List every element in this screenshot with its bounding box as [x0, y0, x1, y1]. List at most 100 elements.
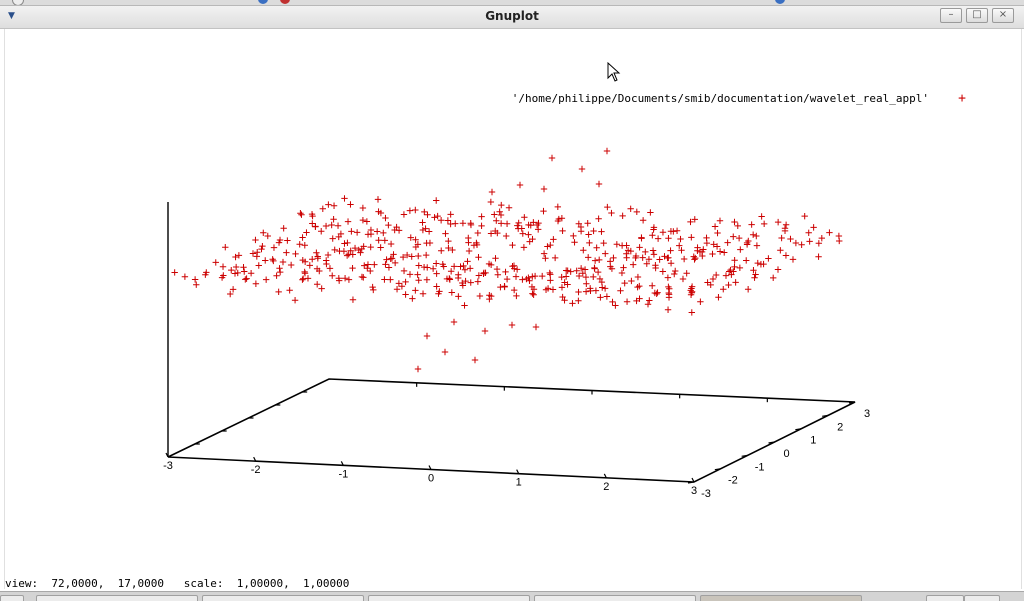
data-point — [547, 241, 554, 249]
data-point — [494, 271, 502, 278]
data-point — [181, 273, 189, 280]
data-point — [636, 282, 643, 290]
legend-marker: + — [958, 91, 966, 106]
data-point — [340, 247, 348, 255]
y-tick-label: 2 — [837, 421, 843, 433]
taskbar-item[interactable] — [534, 595, 696, 601]
data-point — [402, 291, 409, 298]
data-point-outlier — [450, 318, 458, 326]
data-point — [234, 269, 241, 277]
data-point — [475, 254, 482, 261]
data-point — [550, 236, 557, 243]
data-point — [363, 218, 371, 225]
data-point — [455, 271, 462, 278]
data-point — [734, 222, 741, 230]
data-point — [318, 285, 325, 292]
data-point — [610, 254, 617, 262]
data-point — [291, 297, 299, 304]
data-point — [810, 224, 817, 231]
data-point — [457, 263, 464, 270]
taskbar-item[interactable] — [202, 595, 364, 601]
data-point — [455, 293, 462, 300]
data-point — [331, 246, 338, 254]
taskbar-item-gnuplot[interactable] — [700, 595, 862, 601]
data-point — [620, 264, 627, 271]
taskbar-item[interactable] — [0, 595, 24, 601]
data-point — [591, 257, 599, 264]
data-point — [617, 287, 624, 294]
data-point — [634, 273, 642, 281]
taskbar-tray[interactable] — [926, 595, 964, 601]
data-point — [618, 269, 626, 277]
data-point — [792, 239, 800, 247]
data-point — [275, 288, 282, 296]
data-point — [584, 220, 591, 227]
data-point — [716, 217, 724, 224]
data-point — [400, 211, 408, 218]
data-point — [639, 254, 646, 261]
data-point — [638, 234, 645, 241]
plot-canvas[interactable]: -3 -2 -1 0 1 2 3 -3 -2 -1 0 1 2 3 '/home/philippe/Doc… — [4, 29, 1022, 589]
data-point — [431, 214, 438, 221]
data-point — [359, 216, 367, 224]
data-point — [448, 289, 456, 296]
data-point — [398, 283, 406, 290]
maximize-button[interactable]: □ — [966, 8, 988, 23]
data-point — [415, 277, 422, 284]
data-point — [419, 290, 427, 297]
data-point — [654, 235, 662, 242]
data-point-outlier — [540, 185, 548, 193]
data-point — [519, 276, 526, 283]
window-titlebar[interactable]: ▼ Gnuplot – □ × — [0, 6, 1024, 29]
data-point — [364, 261, 372, 268]
data-point — [703, 239, 711, 247]
data-point — [673, 227, 681, 234]
data-point — [406, 207, 414, 214]
data-point — [467, 221, 475, 229]
data-point — [564, 267, 571, 274]
data-point — [286, 287, 293, 294]
data-point — [414, 271, 421, 278]
data-point-outlier — [414, 365, 422, 373]
data-point — [329, 235, 336, 242]
panel-launcher-icon — [280, 0, 290, 4]
data-point — [661, 253, 668, 260]
data-point — [383, 256, 390, 263]
data-point — [609, 298, 616, 306]
data-point — [737, 246, 744, 253]
data-point — [835, 232, 843, 240]
taskbar-tray[interactable] — [964, 595, 1000, 601]
data-point — [385, 221, 392, 229]
data-point — [604, 203, 611, 211]
data-point — [628, 277, 635, 285]
data-point — [758, 213, 765, 220]
data-point — [774, 266, 782, 273]
data-point — [612, 302, 619, 309]
data-point — [437, 217, 445, 224]
data-point — [498, 201, 505, 209]
data-point — [595, 215, 602, 222]
x-tick-label: -1 — [338, 468, 348, 480]
data-point — [400, 267, 408, 275]
data-point — [815, 253, 822, 260]
data-point — [296, 241, 303, 248]
data-point — [721, 249, 728, 256]
data-point — [559, 227, 566, 235]
data-point — [594, 268, 602, 276]
data-point — [501, 283, 508, 290]
data-point — [585, 231, 592, 238]
close-button[interactable]: × — [992, 8, 1014, 23]
taskbar-item[interactable] — [36, 595, 198, 601]
data-point — [409, 295, 416, 302]
data-point — [330, 216, 337, 223]
data-point — [712, 271, 720, 279]
minimize-button[interactable]: – — [940, 8, 962, 23]
data-point — [474, 229, 482, 237]
panel-launcher-icon — [775, 0, 785, 4]
gnuplot-3d-scatter[interactable]: -3 -2 -1 0 1 2 3 -3 -2 -1 0 1 2 3 '/home/philippe/Doc… — [5, 29, 1021, 577]
taskbar-item[interactable] — [368, 595, 530, 601]
data-point — [627, 205, 634, 212]
data-point — [540, 250, 548, 257]
data-point — [711, 223, 719, 230]
window-title: Gnuplot — [485, 9, 539, 23]
